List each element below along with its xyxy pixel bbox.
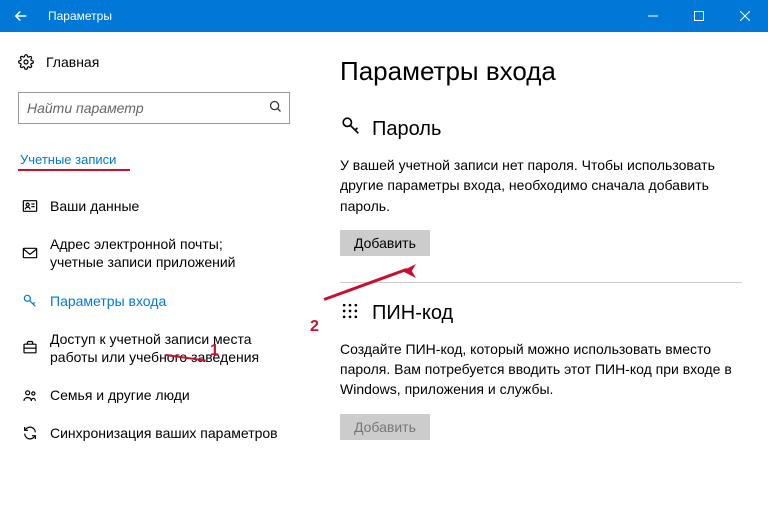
sidebar-item-family[interactable]: Семья и другие люди: [18, 376, 290, 414]
sidebar-home[interactable]: Главная: [18, 46, 290, 78]
sync-icon: [22, 425, 50, 441]
search-input-wrap[interactable]: [18, 92, 290, 124]
gear-icon: [18, 54, 46, 70]
mail-icon: [22, 246, 50, 260]
sidebar-item-label: Синхронизация ваших параметров: [50, 424, 286, 442]
key-icon: [340, 115, 372, 143]
sidebar-item-email[interactable]: Адрес электронной почты; учетные записи …: [18, 225, 290, 281]
titlebar: Параметры: [0, 0, 768, 32]
sidebar-item-label: Ваши данные: [50, 197, 286, 215]
pin-add-button[interactable]: Добавить: [340, 414, 430, 440]
search-icon: [268, 99, 283, 118]
people-icon: [22, 388, 50, 403]
main-content: Параметры входа Пароль У вашей учетной з…: [300, 32, 768, 508]
sidebar-item-work-school[interactable]: Доступ к учетной записи места работы или…: [18, 320, 290, 376]
pin-keypad-icon: [340, 301, 372, 327]
annotation-underline: [18, 169, 130, 171]
sidebar-item-sync[interactable]: Синхронизация ваших параметров: [18, 414, 290, 452]
pin-desc: Создайте ПИН-код, который можно использо…: [340, 339, 742, 400]
pin-section: ПИН-код Создайте ПИН-код, который можно …: [340, 301, 742, 440]
search-input[interactable]: [27, 100, 268, 116]
password-section: Пароль У вашей учетной записи нет пароля…: [340, 115, 742, 256]
window-title: Параметры: [42, 9, 112, 23]
minimize-button[interactable]: [630, 0, 676, 32]
briefcase-icon: [22, 340, 50, 355]
sidebar-item-label: Параметры входа: [50, 292, 286, 310]
client-area: Главная Учетные записи Ваши данные Адрес…: [0, 32, 768, 508]
password-title: Пароль: [372, 118, 441, 141]
maximize-button[interactable]: [676, 0, 722, 32]
close-button[interactable]: [722, 0, 768, 32]
sidebar-item-label: Семья и другие люди: [50, 386, 286, 404]
sidebar-home-label: Главная: [46, 54, 99, 70]
password-desc: У вашей учетной записи нет пароля. Чтобы…: [340, 155, 742, 216]
back-button[interactable]: [0, 0, 42, 32]
sidebar-section-header: Учетные записи: [18, 152, 290, 167]
pin-title: ПИН-код: [372, 302, 453, 325]
password-add-button[interactable]: Добавить: [340, 230, 430, 256]
sidebar-item-your-info[interactable]: Ваши данные: [18, 187, 290, 225]
sidebar-item-signin-options[interactable]: Параметры входа: [18, 282, 290, 320]
divider: [340, 282, 742, 283]
sidebar-item-label: Доступ к учетной записи места работы или…: [50, 330, 286, 366]
sidebar-item-label: Адрес электронной почты; учетные записи …: [50, 235, 286, 271]
page-title: Параметры входа: [340, 56, 742, 87]
id-card-icon: [22, 199, 50, 213]
sidebar: Главная Учетные записи Ваши данные Адрес…: [0, 32, 300, 508]
key-icon: [22, 293, 50, 309]
